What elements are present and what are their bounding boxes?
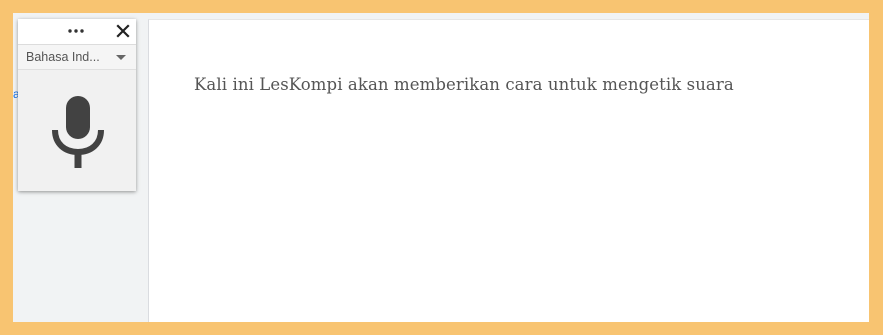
language-select-label: Bahasa Ind... (26, 50, 100, 64)
close-icon[interactable] (114, 22, 132, 40)
more-horizontal-icon[interactable] (64, 23, 88, 39)
more-dots-svg (68, 29, 84, 33)
voice-typing-panel: Bahasa Ind... (18, 19, 136, 191)
microphone-area (18, 70, 136, 191)
screenshot-frame: a Kali ini LesKompi akan memberikan cara… (0, 0, 883, 335)
close-x-svg (116, 24, 130, 38)
microphone-button[interactable] (48, 92, 108, 170)
document-text[interactable]: Kali ini LesKompi akan memberikan cara u… (194, 75, 734, 94)
chevron-down-icon (116, 55, 126, 60)
microphone-icon (52, 96, 104, 168)
voice-panel-header (18, 19, 136, 45)
document-page[interactable]: Kali ini LesKompi akan memberikan cara u… (148, 19, 869, 322)
app-background: a Kali ini LesKompi akan memberikan cara… (13, 13, 869, 322)
language-select[interactable]: Bahasa Ind... (18, 45, 136, 70)
